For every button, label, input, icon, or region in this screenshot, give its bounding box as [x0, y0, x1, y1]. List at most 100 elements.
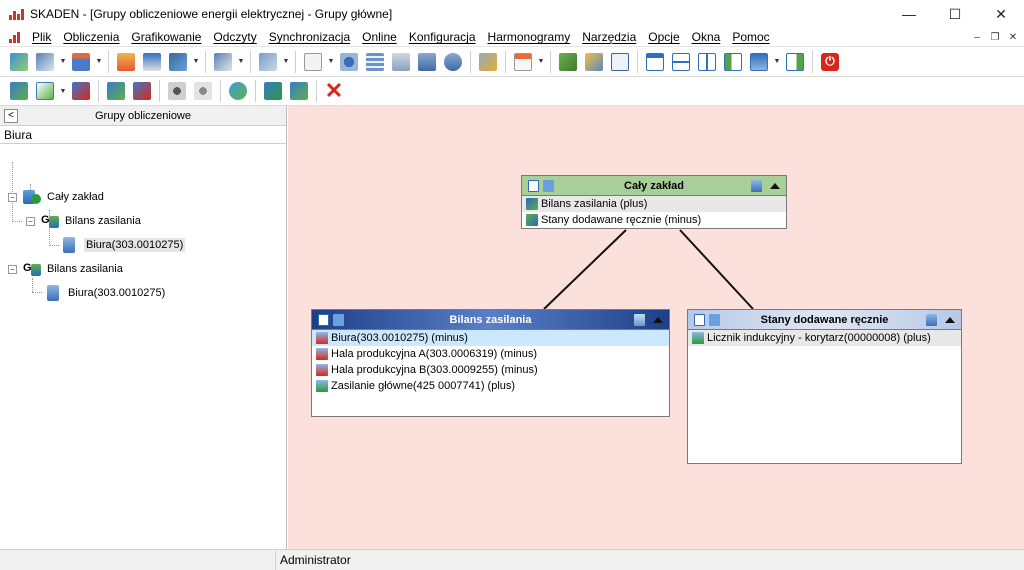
add-member-icon[interactable]: [104, 79, 128, 103]
database-icon[interactable]: [415, 50, 439, 74]
node-header[interactable]: Stany dodawane ręcznie: [688, 310, 961, 330]
menu-obliczenia[interactable]: Obliczenia: [57, 30, 125, 44]
import-icon[interactable]: [33, 50, 57, 74]
checklist-icon[interactable]: [608, 50, 632, 74]
battery-icon[interactable]: [556, 50, 580, 74]
mdi-close-button[interactable]: ✕: [1006, 31, 1020, 45]
meters-icon[interactable]: [634, 313, 645, 326]
panel-up-icon[interactable]: [747, 50, 771, 74]
delete-group-icon[interactable]: [69, 79, 93, 103]
menu-konfiguracja[interactable]: Konfiguracja: [403, 30, 482, 44]
tree-collapse-toggle[interactable]: −: [8, 192, 17, 202]
mdi-restore-button[interactable]: ❐: [988, 31, 1002, 45]
import-dropdown-icon[interactable]: ▼: [58, 50, 68, 74]
add-k-group-icon[interactable]: [33, 79, 57, 103]
cancel-x-icon[interactable]: ✕: [322, 79, 346, 103]
diagram-node-stany-dodawane-recznie[interactable]: Stany dodawane ręcznie Licznik indukcyjn…: [687, 309, 962, 464]
node-member-row[interactable]: Licznik indukcyjny - korytarz(00000008) …: [688, 330, 961, 346]
network-icon[interactable]: [256, 50, 280, 74]
database-refresh-icon[interactable]: [441, 50, 465, 74]
binder-icon[interactable]: [166, 50, 190, 74]
panel-dropdown-icon[interactable]: ▼: [772, 50, 782, 74]
tree-node-caly-zaklad[interactable]: − Cały zakład: [8, 186, 104, 208]
meters-icon[interactable]: [751, 179, 762, 192]
tree-node-bilans-zasilania[interactable]: − G Bilans zasilania: [26, 210, 141, 232]
binder-dropdown-icon[interactable]: ▼: [191, 50, 201, 74]
close-button[interactable]: ✕: [978, 0, 1024, 28]
link-remove-icon[interactable]: [191, 79, 215, 103]
minimize-button[interactable]: —: [886, 0, 932, 28]
diagram-canvas[interactable]: Cały zakład Bilans zasilania (plus) Stan…: [288, 106, 1024, 549]
node-header[interactable]: Bilans zasilania: [312, 310, 669, 330]
link-add-icon[interactable]: [165, 79, 189, 103]
menu-plik[interactable]: Plik: [26, 30, 57, 44]
remove-member-icon[interactable]: [130, 79, 154, 103]
tree-collapse-toggle[interactable]: −: [26, 216, 35, 226]
tree-node-bilans-zasilania-root[interactable]: − G Bilans zasilania: [8, 258, 123, 280]
node-member-row[interactable]: Hala produkcyjna B(303.0009255) (minus): [312, 362, 669, 378]
report-sync-icon[interactable]: [211, 50, 235, 74]
checklist-icon[interactable]: [528, 179, 539, 192]
calendar-dropdown-icon[interactable]: ▼: [536, 50, 546, 74]
menu-narzedzia[interactable]: Narzędzia: [576, 30, 642, 44]
node-member-row[interactable]: Stany dodawane ręcznie (minus): [522, 212, 786, 228]
node-member-row[interactable]: Bilans zasilania (plus): [522, 196, 786, 212]
mdi-minimize-button[interactable]: –: [970, 31, 984, 45]
calculator-icon[interactable]: [543, 179, 554, 192]
menu-online[interactable]: Online: [356, 30, 403, 44]
document-logo-icon[interactable]: [8, 30, 22, 44]
panel-right-arrow-icon[interactable]: [783, 50, 807, 74]
calculator-dropdown-icon[interactable]: ▼: [94, 50, 104, 74]
menu-grafikowanie[interactable]: Grafikowanie: [125, 30, 207, 44]
form-icon[interactable]: [389, 50, 413, 74]
node-header[interactable]: Cały zakład: [522, 176, 786, 196]
calculator-icon[interactable]: [69, 50, 93, 74]
checklist-icon[interactable]: [694, 313, 705, 326]
diagram-node-caly-zaklad[interactable]: Cały zakład Bilans zasilania (plus) Stan…: [521, 175, 787, 229]
maximize-button[interactable]: ☐: [932, 0, 978, 28]
node-member-row[interactable]: Hala produkcyjna A(303.0006319) (minus): [312, 346, 669, 362]
network-dropdown-icon[interactable]: ▼: [281, 50, 291, 74]
menu-synchronizacja[interactable]: Synchronizacja: [263, 30, 356, 44]
layers-icon[interactable]: [114, 50, 138, 74]
node-member-row[interactable]: Biura(303.0010275) (minus): [312, 330, 669, 346]
collapse-node-icon[interactable]: [653, 316, 663, 323]
add-k-group-dropdown-icon[interactable]: ▼: [58, 79, 68, 103]
settings-gear-icon[interactable]: [337, 50, 361, 74]
split-vertical-icon[interactable]: [695, 50, 719, 74]
calculator-icon[interactable]: [709, 313, 720, 326]
table-grid-icon[interactable]: [363, 50, 387, 74]
node-member-row[interactable]: Zasilanie główne(425 0007741) (plus): [312, 378, 669, 394]
chart-online-icon[interactable]: [140, 50, 164, 74]
report-sync-dropdown-icon[interactable]: ▼: [236, 50, 246, 74]
group-tree-icon[interactable]: [287, 79, 311, 103]
document-icon[interactable]: [301, 50, 325, 74]
menu-odczyty[interactable]: Odczyty: [207, 30, 262, 44]
checklist-icon[interactable]: [318, 313, 329, 326]
add-group-icon[interactable]: [7, 79, 31, 103]
menu-pomoc[interactable]: Pomoc: [726, 30, 775, 44]
tree-node-biura-2[interactable]: Biura(303.0010275): [44, 282, 165, 304]
meters-icon[interactable]: [926, 313, 937, 326]
tools-icon[interactable]: [582, 50, 606, 74]
split-horizontal-icon[interactable]: [669, 50, 693, 74]
satellite-icon[interactable]: [476, 50, 500, 74]
tree-collapse-toggle[interactable]: −: [8, 264, 17, 274]
calendar-icon[interactable]: [511, 50, 535, 74]
menu-harmonogramy[interactable]: Harmonogramy: [482, 30, 577, 44]
menu-opcje[interactable]: Opcje: [642, 30, 685, 44]
diagram-node-bilans-zasilania[interactable]: Bilans zasilania Biura(303.0010275) (min…: [311, 309, 670, 417]
calculator-icon[interactable]: [333, 313, 344, 326]
panel-left-arrow-icon[interactable]: [721, 50, 745, 74]
collapse-node-icon[interactable]: [945, 316, 955, 323]
menu-okna[interactable]: Okna: [686, 30, 727, 44]
group-search-input[interactable]: Biura: [0, 126, 286, 144]
window-top-icon[interactable]: [643, 50, 667, 74]
power-off-icon[interactable]: ⏻: [818, 50, 842, 74]
document-dropdown-icon[interactable]: ▼: [326, 50, 336, 74]
open-folder-icon[interactable]: [7, 50, 31, 74]
tree-node-biura[interactable]: Biura(303.0010275): [60, 234, 186, 256]
validate-group-icon[interactable]: [261, 79, 285, 103]
recycle-icon[interactable]: [226, 79, 250, 103]
collapse-node-icon[interactable]: [770, 182, 780, 189]
